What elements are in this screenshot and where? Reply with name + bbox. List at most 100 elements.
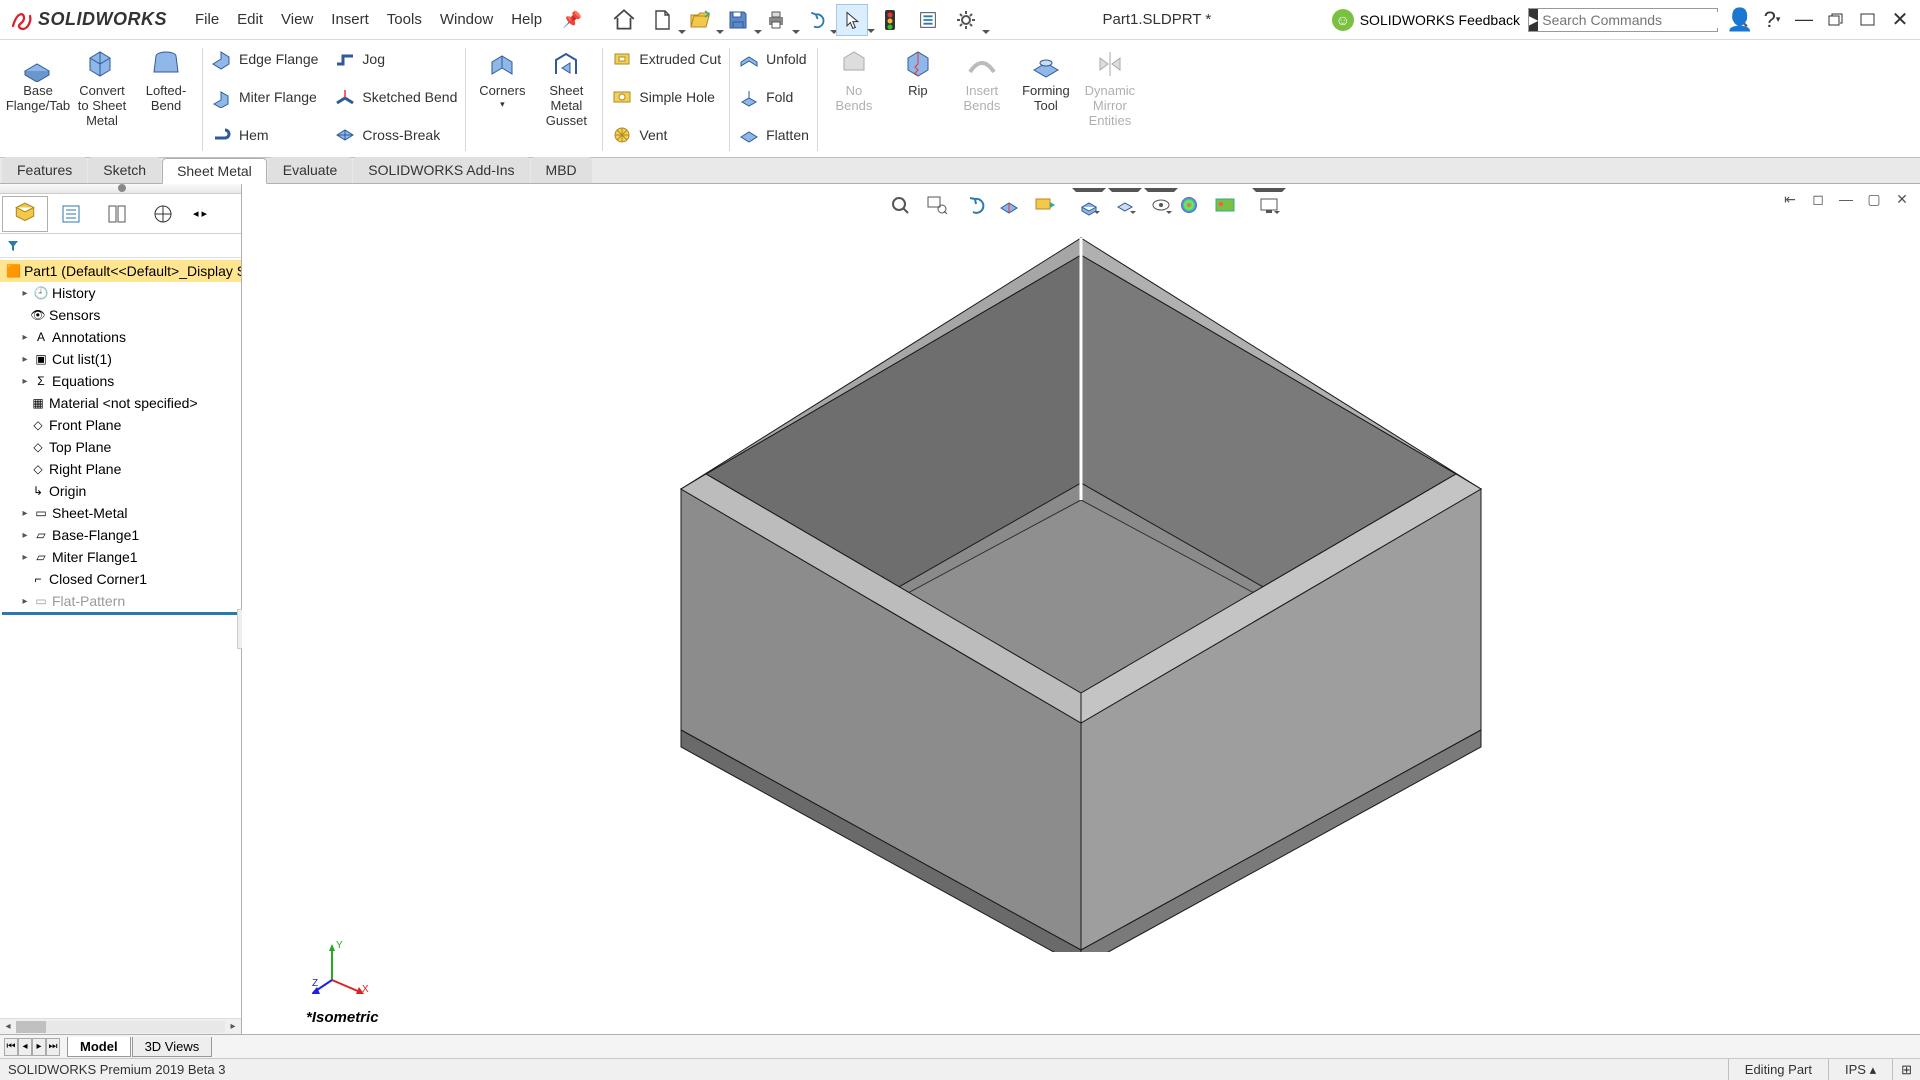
options-list-icon[interactable]	[912, 4, 944, 36]
pin-menu-icon[interactable]: 📌	[556, 8, 588, 32]
tab-evaluate[interactable]: Evaluate	[268, 157, 352, 183]
tree-origin[interactable]: ↳Origin	[0, 480, 241, 502]
base-flange-button[interactable]: Base Flange/Tab	[6, 42, 70, 157]
flatten-button[interactable]: Flatten	[734, 118, 813, 151]
tree-root[interactable]: 🟧Part1 (Default<<Default>_Display State	[0, 260, 241, 282]
tree-right-plane[interactable]: ◇Right Plane	[0, 458, 241, 480]
restore-button-1[interactable]	[1822, 8, 1850, 32]
vp-window-icon[interactable]: ◻	[1806, 188, 1830, 210]
sketched-bend-button[interactable]: Sketched Bend	[330, 80, 461, 113]
panel-ruler[interactable]	[0, 184, 241, 194]
config-manager-tab[interactable]	[94, 196, 140, 232]
minimize-button[interactable]: —	[1790, 8, 1818, 32]
status-units[interactable]: IPS ▴	[1828, 1059, 1892, 1080]
panel-overflow[interactable]: ◂ ▸	[186, 196, 214, 232]
tab-addins[interactable]: SOLIDWORKS Add-Ins	[353, 157, 529, 183]
forming-tool-button[interactable]: Forming Tool	[1014, 42, 1078, 157]
feedback-label[interactable]: SOLIDWORKS Feedback	[1360, 12, 1520, 28]
tree-front-plane[interactable]: ◇Front Plane	[0, 414, 241, 436]
tree-sheetmetal[interactable]: ▸▭Sheet-Metal	[0, 502, 241, 524]
vp-collapse-left-icon[interactable]: ⇤	[1778, 188, 1802, 210]
corners-button[interactable]: Corners ▾	[470, 42, 534, 157]
search-input[interactable]	[1538, 12, 1727, 28]
miter-flange-button[interactable]: Miter Flange	[207, 80, 322, 113]
jog-button[interactable]: Jog	[330, 42, 461, 75]
tree-flatpattern[interactable]: ▸▭Flat-Pattern	[0, 590, 241, 612]
edit-appearance-icon[interactable]	[1172, 190, 1206, 220]
home-button[interactable]	[608, 4, 640, 36]
bottom-tab-nav[interactable]: ⏮◂▸⏭	[4, 1038, 60, 1056]
zoom-area-icon[interactable]	[920, 190, 954, 220]
view-settings-icon[interactable]	[1252, 188, 1286, 218]
extruded-cut-button[interactable]: Extruded Cut	[607, 42, 725, 75]
menu-insert[interactable]: Insert	[323, 7, 377, 32]
undo-button[interactable]	[798, 4, 830, 36]
select-button[interactable]	[836, 4, 868, 36]
vp-maximize-icon[interactable]: ▢	[1862, 188, 1886, 210]
tab-sketch[interactable]: Sketch	[88, 157, 161, 183]
tab-mbd[interactable]: MBD	[531, 157, 592, 183]
fold-button[interactable]: Fold	[734, 80, 813, 113]
orientation-triad-icon[interactable]: Y X Z	[312, 936, 372, 996]
user-icon[interactable]: 👤	[1726, 8, 1754, 32]
tree-top-plane[interactable]: ◇Top Plane	[0, 436, 241, 458]
tree-miterflange[interactable]: ▸▱Miter Flange1	[0, 546, 241, 568]
filter-bar[interactable]	[0, 234, 241, 258]
tree-rollback-bar[interactable]	[2, 612, 239, 615]
section-view-icon[interactable]	[992, 190, 1026, 220]
previous-view-icon[interactable]	[956, 190, 990, 220]
tree-history[interactable]: ▸🕘History	[0, 282, 241, 304]
tree-cutlist[interactable]: ▸▣Cut list(1)	[0, 348, 241, 370]
settings-button[interactable]	[950, 4, 982, 36]
save-button[interactable]	[722, 4, 754, 36]
menu-window[interactable]: Window	[432, 7, 501, 32]
menu-view[interactable]: View	[273, 7, 321, 32]
close-button[interactable]: ✕	[1886, 8, 1914, 32]
tree-equations[interactable]: ▸ΣEquations	[0, 370, 241, 392]
bottom-tab-model[interactable]: Model	[67, 1037, 131, 1057]
tree-annotations[interactable]: ▸AAnnotations	[0, 326, 241, 348]
display-style-icon[interactable]	[1108, 188, 1142, 218]
menu-tools[interactable]: Tools	[379, 7, 430, 32]
rip-button[interactable]: Rip	[886, 42, 950, 157]
dimxpert-tab[interactable]	[140, 196, 186, 232]
tab-features[interactable]: Features	[2, 157, 87, 183]
open-button[interactable]	[684, 4, 716, 36]
status-extras[interactable]: ⊞	[1892, 1059, 1920, 1080]
unfold-button[interactable]: Unfold	[734, 42, 813, 75]
restore-button-2[interactable]	[1854, 8, 1882, 32]
property-manager-tab[interactable]	[48, 196, 94, 232]
menu-help[interactable]: Help	[503, 7, 550, 32]
tree-material[interactable]: ▦Material <not specified>	[0, 392, 241, 414]
simple-hole-button[interactable]: Simple Hole	[607, 80, 725, 113]
zoom-fit-icon[interactable]	[884, 190, 918, 220]
search-commands[interactable]: ▶ 🔍	[1528, 8, 1718, 32]
edge-flange-button[interactable]: Edge Flange	[207, 42, 322, 75]
graphics-viewport[interactable]: Y X Z *Isometric ⇤ ◻ — ▢ ✕	[242, 184, 1920, 1034]
vp-close-icon[interactable]: ✕	[1890, 188, 1914, 210]
gusset-button[interactable]: Sheet Metal Gusset	[534, 42, 598, 157]
help-icon[interactable]: ?▾	[1758, 8, 1786, 32]
new-button[interactable]	[646, 4, 678, 36]
convert-to-sheetmetal-button[interactable]: Convert to Sheet Metal	[70, 42, 134, 157]
traffic-light-icon[interactable]	[874, 4, 906, 36]
hem-button[interactable]: Hem	[207, 118, 322, 151]
tree-baseflange[interactable]: ▸▱Base-Flange1	[0, 524, 241, 546]
menu-file[interactable]: File	[187, 7, 227, 32]
tab-sheet-metal[interactable]: Sheet Metal	[162, 158, 267, 184]
vent-button[interactable]: Vent	[607, 118, 725, 151]
feedback-smiley-icon[interactable]: ☺	[1332, 9, 1354, 31]
tree-closedcorner[interactable]: ⌐Closed Corner1	[0, 568, 241, 590]
cross-break-button[interactable]: Cross-Break	[330, 118, 461, 151]
apply-scene-icon[interactable]	[1208, 190, 1242, 220]
panel-hscroll[interactable]: ◂▸	[0, 1018, 241, 1034]
tree-sensors[interactable]: 👁Sensors	[0, 304, 241, 326]
view-orientation-icon[interactable]	[1072, 188, 1106, 218]
lofted-bend-button[interactable]: Lofted-Bend	[134, 42, 198, 157]
search-scope-icon[interactable]: ▶	[1529, 9, 1538, 31]
vp-minimize-icon[interactable]: —	[1834, 188, 1858, 210]
bottom-tab-3dviews[interactable]: 3D Views	[132, 1037, 213, 1057]
print-button[interactable]	[760, 4, 792, 36]
feature-tree-tab[interactable]	[2, 196, 48, 232]
menu-edit[interactable]: Edit	[229, 7, 271, 32]
